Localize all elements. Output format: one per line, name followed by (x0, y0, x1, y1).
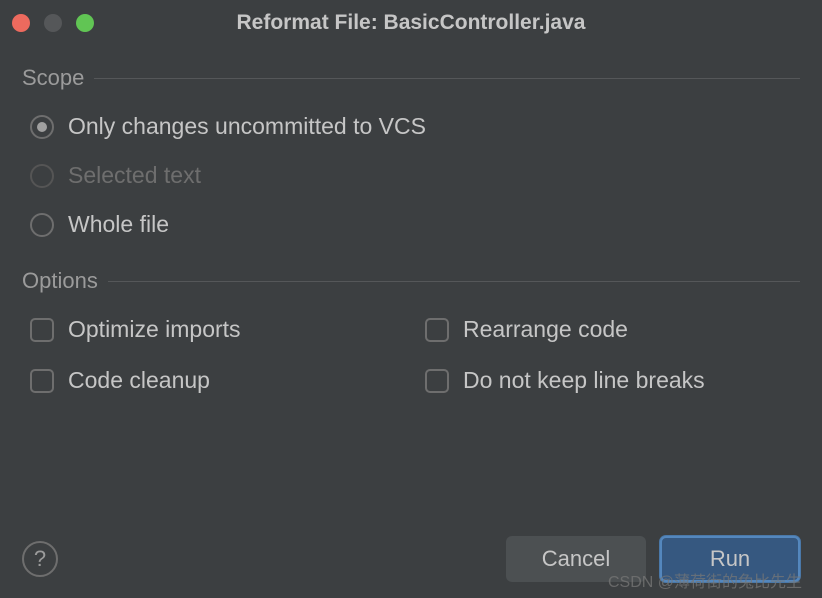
options-header: Options (22, 268, 800, 294)
radio-icon (30, 115, 54, 139)
divider (94, 78, 800, 79)
scope-section: Scope Only changes uncommitted to VCS Se… (22, 65, 800, 238)
radio-label: Only changes uncommitted to VCS (68, 113, 426, 140)
close-window-button[interactable] (12, 14, 30, 32)
minimize-window-button (44, 14, 62, 32)
checkbox-icon (425, 318, 449, 342)
options-grid: Optimize imports Rearrange code Code cle… (22, 316, 800, 394)
checkbox-optimize-imports[interactable]: Optimize imports (30, 316, 405, 343)
radio-whole-file[interactable]: Whole file (30, 211, 800, 238)
button-group: Cancel Run (506, 536, 800, 582)
run-button[interactable]: Run (660, 536, 800, 582)
checkbox-label: Optimize imports (68, 316, 241, 343)
radio-only-changes[interactable]: Only changes uncommitted to VCS (30, 113, 800, 140)
divider (108, 281, 800, 282)
options-title: Options (22, 268, 98, 294)
radio-label: Selected text (68, 162, 201, 189)
checkbox-icon (30, 369, 54, 393)
dialog-footer: ? Cancel Run (22, 536, 800, 582)
maximize-window-button[interactable] (76, 14, 94, 32)
checkbox-icon (425, 369, 449, 393)
checkbox-label: Code cleanup (68, 367, 210, 394)
checkbox-no-line-breaks[interactable]: Do not keep line breaks (425, 367, 800, 394)
options-section: Options Optimize imports Rearrange code … (22, 268, 800, 394)
checkbox-code-cleanup[interactable]: Code cleanup (30, 367, 405, 394)
checkbox-icon (30, 318, 54, 342)
scope-title: Scope (22, 65, 84, 91)
help-button[interactable]: ? (22, 541, 58, 577)
radio-icon (30, 164, 54, 188)
checkbox-rearrange-code[interactable]: Rearrange code (425, 316, 800, 343)
window-title: Reformat File: BasicController.java (0, 11, 822, 35)
dialog-content: Scope Only changes uncommitted to VCS Se… (0, 45, 822, 394)
traffic-lights (12, 14, 94, 32)
run-label: Run (710, 546, 750, 572)
checkbox-label: Rearrange code (463, 316, 628, 343)
radio-icon (30, 213, 54, 237)
radio-label: Whole file (68, 211, 169, 238)
scope-header: Scope (22, 65, 800, 91)
scope-radio-group: Only changes uncommitted to VCS Selected… (22, 113, 800, 238)
checkbox-label: Do not keep line breaks (463, 367, 705, 394)
titlebar: Reformat File: BasicController.java (0, 0, 822, 45)
cancel-button[interactable]: Cancel (506, 536, 646, 582)
cancel-label: Cancel (542, 546, 610, 572)
radio-selected-text: Selected text (30, 162, 800, 189)
help-icon: ? (34, 546, 46, 572)
